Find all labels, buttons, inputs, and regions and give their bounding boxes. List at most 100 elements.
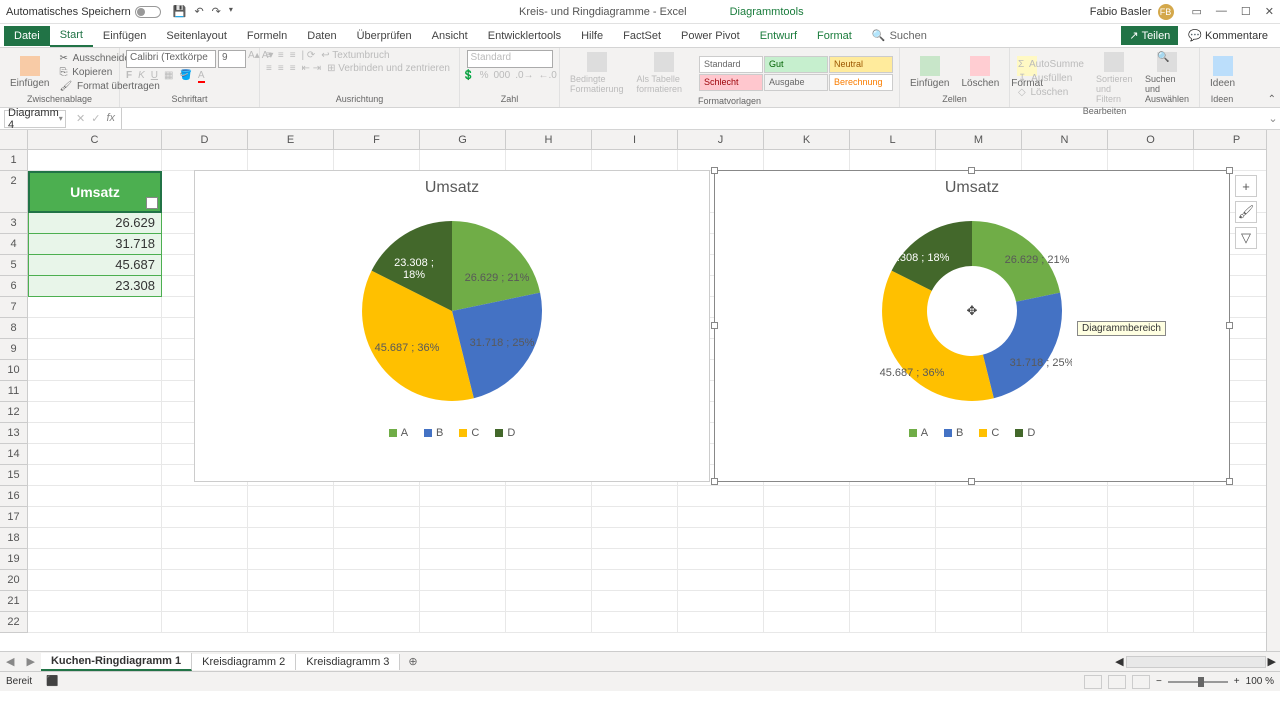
row-header[interactable]: 19 xyxy=(0,549,28,570)
col-header[interactable]: M xyxy=(936,130,1022,150)
row-header[interactable]: 11 xyxy=(0,381,28,402)
sheet-nav-next-icon[interactable]: ▶ xyxy=(20,655,40,668)
add-sheet-button[interactable]: ⊕ xyxy=(400,655,425,668)
row-header[interactable]: 15 xyxy=(0,465,28,486)
ribbon-options-icon[interactable]: ▭ xyxy=(1192,5,1202,18)
sheet-tab[interactable]: Kreisdiagramm 3 xyxy=(296,654,400,670)
row-header[interactable]: 12 xyxy=(0,402,28,423)
col-header[interactable]: D xyxy=(162,130,248,150)
row-header[interactable]: 5 xyxy=(0,255,28,276)
row-header[interactable]: 3 xyxy=(0,213,28,234)
data-cell[interactable]: 45.687 xyxy=(28,255,162,276)
row-header[interactable]: 4 xyxy=(0,234,28,255)
comments-button[interactable]: 💬Kommentare xyxy=(1180,26,1276,45)
decrease-decimal-icon[interactable]: ←.0 xyxy=(539,70,557,81)
merge-center-button[interactable]: ⊞ Verbinden und zentrieren xyxy=(327,63,450,74)
fill-color-button[interactable]: 🪣 xyxy=(179,70,191,81)
currency-icon[interactable]: 💲 xyxy=(462,70,474,81)
data-cell[interactable]: 31.718 xyxy=(28,234,162,255)
tab-view[interactable]: Ansicht xyxy=(422,26,478,46)
font-name-combo[interactable]: Calibri (Textkörpe xyxy=(126,50,216,68)
row-header[interactable]: 1 xyxy=(0,150,28,171)
col-header[interactable]: G xyxy=(420,130,506,150)
sheet-tab[interactable]: Kreisdiagramm 2 xyxy=(192,654,296,670)
row-header[interactable]: 7 xyxy=(0,297,28,318)
align-top-icon[interactable]: ≡ xyxy=(266,50,272,61)
cell-style-schlecht[interactable]: Schlecht xyxy=(699,74,763,91)
border-button[interactable]: ▦ xyxy=(164,70,173,81)
tab-insert[interactable]: Einfügen xyxy=(93,26,156,46)
row-header[interactable]: 16 xyxy=(0,486,28,507)
row-header[interactable]: 14 xyxy=(0,444,28,465)
row-header[interactable]: 22 xyxy=(0,612,28,633)
row-header[interactable]: 20 xyxy=(0,570,28,591)
maximize-icon[interactable]: ☐ xyxy=(1241,5,1251,18)
col-header[interactable]: L xyxy=(850,130,936,150)
view-normal-button[interactable] xyxy=(1084,675,1102,689)
paste-button[interactable]: Einfügen xyxy=(6,54,53,91)
number-format-combo[interactable]: Standard xyxy=(467,50,553,68)
insert-cells-button[interactable]: Einfügen xyxy=(906,54,953,91)
tab-factset[interactable]: FactSet xyxy=(613,26,671,46)
tab-layout[interactable]: Seitenlayout xyxy=(156,26,237,46)
align-bottom-icon[interactable]: ≡ xyxy=(290,50,296,61)
tab-developer[interactable]: Entwicklertools xyxy=(478,26,571,46)
cell-style-standard[interactable]: Standard xyxy=(699,56,763,73)
col-header[interactable]: K xyxy=(764,130,850,150)
user-account[interactable]: Fabio Basler FB xyxy=(1090,4,1174,20)
cell-style-ausgabe[interactable]: Ausgabe xyxy=(764,74,828,91)
comma-icon[interactable]: 000 xyxy=(494,70,511,81)
row-header[interactable]: 6 xyxy=(0,276,28,297)
row-header[interactable]: 2 xyxy=(0,171,28,213)
view-page-layout-button[interactable] xyxy=(1108,675,1126,689)
enter-formula-icon[interactable]: ✓ xyxy=(91,112,100,125)
tab-format[interactable]: Format xyxy=(807,26,862,46)
chart-doughnut-umsatz[interactable]: Umsatz 26.629 ; 21% 31.718 ; 25% 45.687 … xyxy=(714,170,1230,482)
filter-dropdown-icon[interactable]: ▾ xyxy=(146,197,158,209)
hscroll-left-icon[interactable]: ◀ xyxy=(1115,655,1123,668)
increase-font-icon[interactable]: A▴ xyxy=(248,50,260,68)
col-header[interactable]: H xyxy=(506,130,592,150)
save-icon[interactable]: 💾 xyxy=(173,5,187,18)
zoom-level[interactable]: 100 % xyxy=(1246,676,1274,687)
row-header[interactable]: 13 xyxy=(0,423,28,444)
increase-decimal-icon[interactable]: .0→ xyxy=(515,70,533,81)
tab-file[interactable]: Datei xyxy=(4,26,50,46)
data-cell[interactable]: 26.629 xyxy=(28,213,162,234)
col-header[interactable]: O xyxy=(1108,130,1194,150)
hscroll-right-icon[interactable]: ▶ xyxy=(1268,655,1276,668)
conditional-formatting-button[interactable]: Bedingte Formatierung xyxy=(566,50,629,96)
delete-cells-button[interactable]: Löschen xyxy=(957,54,1003,91)
cell-style-gut[interactable]: Gut xyxy=(764,56,828,73)
row-header[interactable]: 18 xyxy=(0,528,28,549)
autosave-toggle[interactable]: Automatisches Speichern xyxy=(6,6,161,18)
tab-data[interactable]: Daten xyxy=(297,26,346,46)
view-page-break-button[interactable] xyxy=(1132,675,1150,689)
format-as-table-button[interactable]: Als Tabelle formatieren xyxy=(633,50,695,96)
bold-button[interactable]: F xyxy=(126,70,132,81)
chart-pie-umsatz[interactable]: Umsatz 26.629 ; 21% 31.718 ; 25% 45.687 xyxy=(194,170,710,482)
clear-button[interactable]: ◇ Löschen xyxy=(1016,86,1088,99)
underline-button[interactable]: U xyxy=(151,70,158,81)
tab-design[interactable]: Entwurf xyxy=(750,26,807,46)
chart-styles-button[interactable]: 🖌 xyxy=(1235,201,1257,223)
percent-icon[interactable]: % xyxy=(480,70,489,81)
font-size-combo[interactable]: 9 xyxy=(218,50,246,68)
chart-elements-button[interactable]: + xyxy=(1235,175,1257,197)
row-header[interactable]: 10 xyxy=(0,360,28,381)
chart-filter-button[interactable]: ▽ xyxy=(1235,227,1257,249)
sheet-nav-prev-icon[interactable]: ◀ xyxy=(0,655,20,668)
font-color-button[interactable]: A xyxy=(198,70,205,81)
data-cell[interactable]: 23.308 xyxy=(28,276,162,297)
zoom-slider[interactable] xyxy=(1168,681,1228,683)
tab-powerpivot[interactable]: Power Pivot xyxy=(671,26,750,46)
fx-icon[interactable]: fx xyxy=(106,112,115,125)
horizontal-scrollbar[interactable] xyxy=(1126,656,1266,668)
cell-style-berechnung[interactable]: Berechnung xyxy=(829,74,893,91)
share-button[interactable]: ↗Teilen xyxy=(1121,26,1178,45)
ideas-button[interactable]: Ideen xyxy=(1206,54,1239,91)
row-header[interactable]: 21 xyxy=(0,591,28,612)
row-header[interactable]: 8 xyxy=(0,318,28,339)
tab-formulas[interactable]: Formeln xyxy=(237,26,297,46)
row-header[interactable]: 17 xyxy=(0,507,28,528)
